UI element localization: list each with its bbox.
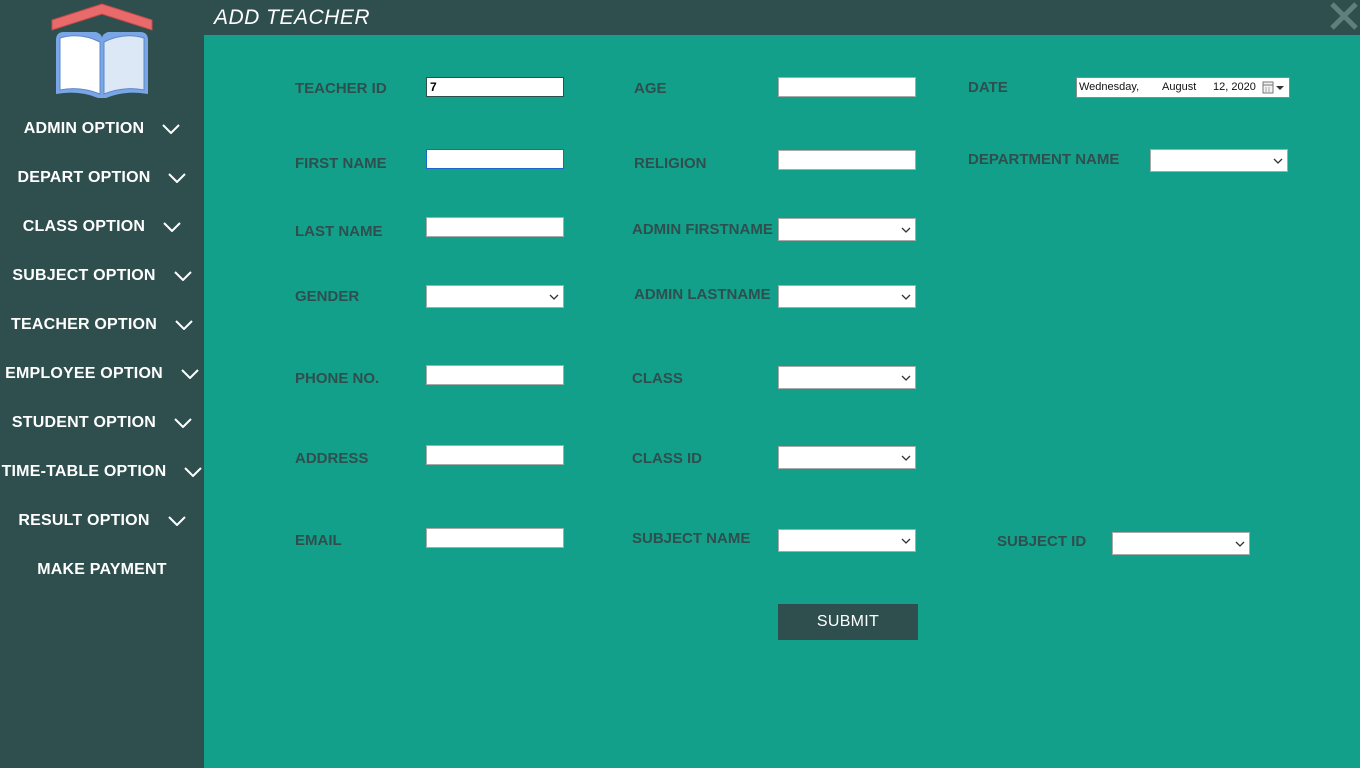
sidebar-item-label: MAKE PAYMENT (37, 561, 167, 578)
chevron-down-icon (1273, 158, 1283, 164)
submit-button[interactable]: SUBMIT (778, 604, 918, 640)
sidebar-item-label: TEACHER OPTION (11, 316, 157, 333)
class-select[interactable] (778, 366, 916, 389)
first-name-field[interactable] (426, 149, 564, 169)
chevron-down-icon (901, 294, 911, 300)
page-title: ADD TEACHER (214, 6, 371, 29)
title-bar: ADD TEACHER (204, 0, 1360, 35)
sidebar-item-label: ADMIN OPTION (23, 120, 145, 137)
date-weekday: Wednesday, (1079, 81, 1140, 93)
sidebar-item-subject-option[interactable]: SUBJECT OPTION (0, 261, 204, 291)
address-field[interactable] (426, 445, 564, 465)
admin-lastname-select[interactable] (778, 285, 916, 308)
chevron-down-icon (167, 516, 186, 526)
age-field[interactable] (778, 77, 916, 97)
date-month: August (1162, 81, 1197, 93)
age-label: AGE (634, 80, 667, 97)
class-id-select[interactable] (778, 446, 916, 469)
gender-label: GENDER (295, 288, 360, 305)
date-label: DATE (968, 79, 1008, 96)
phone-field[interactable] (426, 365, 564, 385)
subject-name-select[interactable] (778, 529, 916, 552)
phone-label: PHONE NO. (295, 370, 380, 387)
sidebar-item-employee-option[interactable]: EMPLOYEE OPTION (0, 359, 204, 389)
religion-label: RELIGION (634, 155, 707, 172)
teacher-id-label: TEACHER ID (295, 80, 387, 97)
chevron-down-icon (175, 320, 193, 330)
gender-select[interactable] (426, 285, 564, 308)
chevron-down-icon (162, 124, 181, 134)
chevron-down-icon (173, 271, 192, 281)
class-id-label: CLASS ID (632, 450, 703, 467)
email-field[interactable] (426, 528, 564, 548)
subject-id-label: SUBJECT ID (997, 533, 1087, 550)
email-label: EMAIL (295, 532, 342, 549)
department-name-select[interactable] (1150, 149, 1288, 172)
subject-name-label: SUBJECT NAME (632, 530, 751, 547)
religion-field[interactable] (778, 150, 916, 170)
date-picker[interactable]: Wednesday, August 12, 2020 (1076, 77, 1290, 98)
calendar-icon[interactable] (1262, 81, 1286, 94)
subject-id-select[interactable] (1112, 532, 1250, 555)
sidebar-item-admin-option[interactable]: ADMIN OPTION (0, 114, 204, 144)
department-name-label: DEPARTMENT NAME (968, 151, 1120, 168)
sidebar-item-teacher-option[interactable]: TEACHER OPTION (0, 310, 204, 340)
teacher-id-field[interactable] (426, 77, 564, 97)
chevron-down-icon (901, 375, 911, 381)
first-name-label: FIRST NAME (295, 155, 387, 172)
chevron-down-icon (901, 538, 911, 544)
sidebar-item-class-option[interactable]: CLASS OPTION (0, 212, 204, 242)
sidebar-item-depart-option[interactable]: DEPART OPTION (0, 163, 204, 193)
date-day-year: 12, 2020 (1213, 81, 1256, 93)
sidebar-item-student-option[interactable]: STUDENT OPTION (0, 408, 204, 438)
sidebar-item-label: CLASS OPTION (22, 218, 146, 235)
sidebar-item-label: TIME-TABLE OPTION (1, 463, 167, 480)
address-label: ADDRESS (295, 450, 369, 467)
chevron-down-icon (184, 467, 203, 477)
chevron-down-icon (181, 369, 199, 379)
chevron-down-icon (168, 173, 187, 183)
last-name-field[interactable] (426, 217, 564, 237)
chevron-down-icon (1235, 541, 1245, 547)
admin-firstname-label: ADMIN FIRSTNAME (632, 221, 773, 238)
chevron-down-icon (549, 294, 559, 300)
sidebar-item-label: EMPLOYEE OPTION (5, 365, 163, 382)
admin-lastname-label: ADMIN LASTNAME (634, 286, 771, 303)
sidebar-item-label: SUBJECT OPTION (12, 267, 156, 284)
sidebar-item-label: RESULT OPTION (18, 512, 150, 529)
close-icon[interactable] (1328, 0, 1360, 32)
sidebar-item-result-option[interactable]: RESULT OPTION (0, 506, 204, 536)
chevron-down-icon (174, 418, 192, 428)
sidebar-item-time-table-option[interactable]: TIME-TABLE OPTION (0, 457, 204, 487)
sidebar-item-label: STUDENT OPTION (11, 414, 157, 431)
sidebar-item-label: DEPART OPTION (17, 169, 151, 186)
sidebar-item-make-payment[interactable]: MAKE PAYMENT (0, 555, 204, 585)
add-teacher-form: TEACHER ID FIRST NAME LAST NAME GENDER P… (204, 35, 1360, 768)
last-name-label: LAST NAME (295, 223, 383, 240)
class-label: CLASS (632, 370, 683, 387)
chevron-down-icon (901, 227, 911, 233)
chevron-down-icon (901, 455, 911, 461)
admin-firstname-select[interactable] (778, 218, 916, 241)
chevron-down-icon (163, 222, 181, 232)
sidebar: ADMIN OPTION DEPART OPTION CLASS OPTION … (0, 0, 204, 768)
school-book-logo-icon (51, 3, 153, 98)
